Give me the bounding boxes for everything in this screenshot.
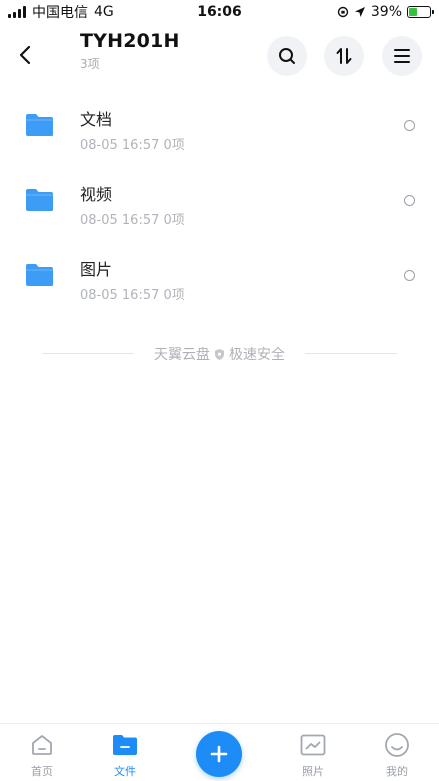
add-button[interactable] [196,731,242,777]
folder-name: 图片 [80,260,113,279]
folder-name: 文档 [80,110,113,129]
search-button[interactable] [267,36,307,76]
signal-icon [8,6,26,18]
menu-icon [394,49,410,63]
nav-photos[interactable]: 照片 [283,732,343,779]
nav-mine-label: 我的 [386,765,408,778]
brand-slogan: 极速安全 [229,347,285,363]
nav-mine[interactable]: 我的 [367,732,427,779]
title-block: TYH201H 3项 [80,30,180,72]
brand-name: 天翼云盘 [154,347,210,363]
folder-icon [26,189,53,211]
chevron-left-icon [19,45,31,65]
brand-text: 天翼云盘 极速安全 [0,344,439,364]
folder-row-documents[interactable]: 文档 08-05 16:57 0项 [0,90,439,165]
status-bar: 中国电信 4G 16:06 39% [0,0,439,24]
location-arrow-icon [354,7,365,17]
battery-percent: 39% [370,4,402,20]
nav-files-label: 文件 [114,765,136,778]
file-list: 文档 08-05 16:57 0项 视频 08-05 16:57 0项 图片 0… [0,90,439,315]
shield-icon [215,348,224,360]
home-icon [29,732,55,758]
nav-photos-label: 照片 [302,765,324,778]
select-radio[interactable] [404,195,415,206]
carrier-label: 中国电信 [32,5,88,21]
sort-button[interactable] [324,36,364,76]
folder-meta: 08-05 16:57 0项 [80,213,185,228]
photo-icon [300,732,326,758]
folder-tab-icon [112,732,138,758]
folder-icon [26,264,53,286]
folder-row-pictures[interactable]: 图片 08-05 16:57 0项 [0,240,439,315]
nav-files[interactable]: 文件 [95,732,155,779]
orientation-lock-icon [337,6,349,18]
folder-meta: 08-05 16:57 0项 [80,288,185,303]
header: TYH201H 3项 [0,24,439,88]
menu-button[interactable] [382,36,422,76]
plus-icon [210,745,228,763]
smiley-icon [384,732,410,758]
status-left: 中国电信 4G [8,2,114,22]
page-title: TYH201H [80,30,180,52]
network-label: 4G [94,4,114,20]
back-button[interactable] [12,40,38,70]
status-right: 39% [337,4,434,20]
nav-home-label: 首页 [31,765,53,778]
item-count: 3项 [80,57,100,71]
nav-home[interactable]: 首页 [12,732,72,779]
battery-fill [409,8,417,16]
battery-icon [407,6,434,18]
folder-meta: 08-05 16:57 0项 [80,138,185,153]
select-radio[interactable] [404,270,415,281]
folder-name: 视频 [80,185,113,204]
sort-icon [336,48,352,64]
folder-icon [26,114,53,136]
select-radio[interactable] [404,120,415,131]
folder-row-videos[interactable]: 视频 08-05 16:57 0项 [0,165,439,240]
bottom-nav: 首页 文件 照片 我的 [0,723,439,781]
search-icon [279,48,295,64]
brand-footer: 天翼云盘 极速安全 [0,344,439,364]
